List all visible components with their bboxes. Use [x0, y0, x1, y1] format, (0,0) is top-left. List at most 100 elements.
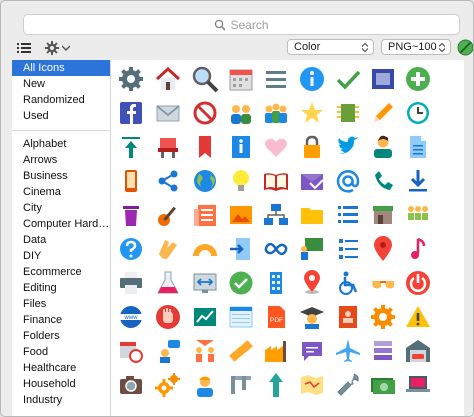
- twitter-icon[interactable]: [333, 132, 363, 162]
- globe-icon[interactable]: [190, 166, 220, 196]
- chemistry-icon[interactable]: [153, 268, 183, 298]
- list-view-icon[interactable]: [17, 42, 31, 54]
- sidebar-item-randomized[interactable]: Randomized: [12, 92, 110, 108]
- money-envelope-icon[interactable]: [297, 166, 327, 196]
- sidebar-item-new[interactable]: New: [12, 76, 110, 92]
- no-image-toggle-icon[interactable]: [457, 39, 474, 56]
- at-sign-icon[interactable]: [333, 166, 363, 196]
- home-icon[interactable]: [153, 64, 183, 94]
- sidebar-item-category[interactable]: Healthcare: [12, 360, 110, 376]
- power-icon[interactable]: [403, 268, 433, 298]
- wheelchair-icon[interactable]: [333, 268, 363, 298]
- sidebar-item-category[interactable]: Ecommerce: [12, 264, 110, 280]
- guitar-icon[interactable]: [153, 200, 183, 230]
- factory-icon[interactable]: [261, 336, 291, 366]
- sidebar-item-category[interactable]: DIY: [12, 248, 110, 264]
- glasses-icon[interactable]: [368, 268, 398, 298]
- support-icon[interactable]: [153, 336, 183, 366]
- data-sheet-icon[interactable]: [226, 302, 256, 332]
- lock-icon[interactable]: [297, 132, 327, 162]
- star-icon[interactable]: [297, 98, 327, 128]
- info-card-icon[interactable]: [226, 132, 256, 162]
- sidebar-item-category[interactable]: Folders: [12, 328, 110, 344]
- heart-icon[interactable]: [261, 132, 291, 162]
- team-icon[interactable]: [403, 200, 433, 230]
- help-icon[interactable]: [116, 234, 146, 264]
- address-book-icon[interactable]: [333, 302, 363, 332]
- checkmark-icon[interactable]: [333, 64, 363, 94]
- speech-bubble-icon[interactable]: [297, 336, 327, 366]
- menu-icon[interactable]: [261, 64, 291, 94]
- sidebar-item-category[interactable]: Food: [12, 344, 110, 360]
- garage-icon[interactable]: [403, 336, 433, 366]
- event-icon[interactable]: [116, 336, 146, 366]
- document-icon[interactable]: [403, 132, 433, 162]
- open-book-icon[interactable]: [261, 166, 291, 196]
- classroom-icon[interactable]: [297, 234, 327, 264]
- idea-icon[interactable]: [226, 166, 256, 196]
- line-chart-icon[interactable]: [190, 302, 220, 332]
- tools-icon[interactable]: [153, 132, 183, 162]
- clock-icon[interactable]: [403, 98, 433, 128]
- folder-icon[interactable]: [297, 200, 327, 230]
- sidebar-item-category[interactable]: Business: [12, 168, 110, 184]
- sidebar-item-used[interactable]: Used: [12, 108, 110, 124]
- no-entry-icon[interactable]: [190, 98, 220, 128]
- sidebar-item-category[interactable]: Industry: [12, 392, 110, 408]
- upload-icon[interactable]: [116, 132, 146, 162]
- settings-icon[interactable]: [116, 64, 146, 94]
- import-icon[interactable]: [226, 234, 256, 264]
- marker-icon[interactable]: [368, 234, 398, 264]
- search-field[interactable]: Search: [23, 14, 460, 35]
- trash-icon[interactable]: [116, 200, 146, 230]
- sidebar-item-category[interactable]: Cinema: [12, 184, 110, 200]
- plus-icon[interactable]: [403, 64, 433, 94]
- checklist-icon[interactable]: [333, 234, 363, 264]
- picture-frame-icon[interactable]: [368, 64, 398, 94]
- sidebar-item-category[interactable]: Computer Hard…: [12, 216, 110, 232]
- infinity-icon[interactable]: [261, 234, 291, 264]
- sidebar-item-category[interactable]: City: [12, 200, 110, 216]
- list-icon[interactable]: [333, 200, 363, 230]
- sorting-icon[interactable]: [190, 268, 220, 298]
- arrow-up-icon[interactable]: [261, 370, 291, 400]
- map-icon[interactable]: [297, 370, 327, 400]
- city-building-icon[interactable]: [261, 268, 291, 298]
- newspaper-icon[interactable]: [190, 200, 220, 230]
- sidebar-item-category[interactable]: Data: [12, 232, 110, 248]
- sidebar-item-category[interactable]: Alphabet: [12, 136, 110, 152]
- caliper-icon[interactable]: [226, 370, 256, 400]
- style-select[interactable]: Color: [287, 39, 374, 55]
- phone-icon[interactable]: [368, 166, 398, 196]
- approval-icon[interactable]: [226, 268, 256, 298]
- format-select[interactable]: PNG~100: [381, 39, 451, 55]
- smartphone-icon[interactable]: [116, 166, 146, 196]
- info-icon[interactable]: [297, 64, 327, 94]
- money-icon[interactable]: [368, 370, 398, 400]
- sidebar-item-all-icons[interactable]: All Icons: [12, 60, 110, 76]
- facebook-icon[interactable]: [116, 98, 146, 128]
- conference-icon[interactable]: [261, 98, 291, 128]
- bookmark-icon[interactable]: [190, 132, 220, 162]
- graduation-icon[interactable]: [297, 302, 327, 332]
- share-icon[interactable]: [153, 166, 183, 196]
- sidebar-item-category[interactable]: Finance: [12, 312, 110, 328]
- airplane-icon[interactable]: [333, 336, 363, 366]
- envelope-icon[interactable]: [153, 98, 183, 128]
- gear-orange-icon[interactable]: [368, 302, 398, 332]
- pencil-icon[interactable]: [368, 98, 398, 128]
- search-icon[interactable]: [190, 64, 220, 94]
- stop-hand-icon[interactable]: [153, 302, 183, 332]
- teamwork-icon[interactable]: [190, 336, 220, 366]
- sidebar-item-category[interactable]: Files: [12, 296, 110, 312]
- sidebar-item-category[interactable]: Editing: [12, 280, 110, 296]
- location-icon[interactable]: [297, 268, 327, 298]
- printer-icon[interactable]: [116, 268, 146, 298]
- ruler-icon[interactable]: [226, 336, 256, 366]
- wrench-icon[interactable]: [333, 370, 363, 400]
- sidebar-item-category[interactable]: Household: [12, 376, 110, 392]
- warning-icon[interactable]: [403, 302, 433, 332]
- download-icon[interactable]: [403, 166, 433, 196]
- image-icon[interactable]: [226, 200, 256, 230]
- pdf-icon[interactable]: PDF: [261, 302, 291, 332]
